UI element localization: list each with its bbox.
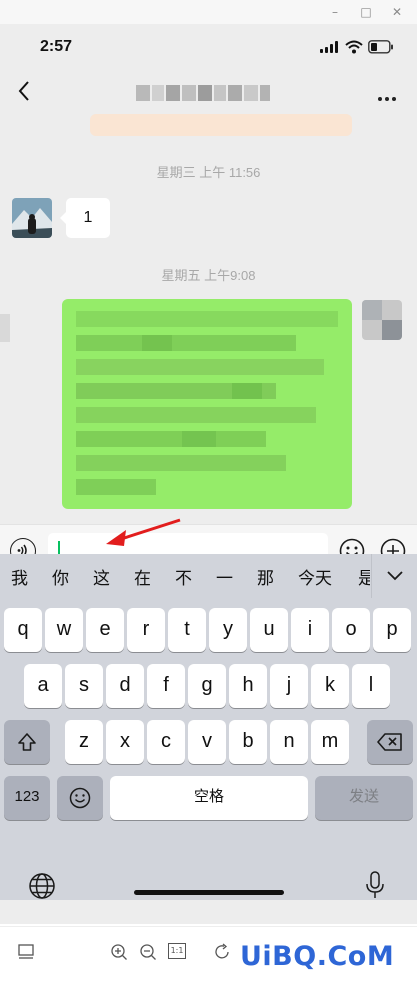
chevron-down-icon <box>387 571 403 581</box>
number-mode-key[interactable]: 123 <box>4 776 50 820</box>
thumbnail-icon[interactable] <box>17 943 35 961</box>
key-f[interactable]: f <box>147 664 185 708</box>
received-message-bubble[interactable]: 1 <box>60 198 110 238</box>
expand-candidates-button[interactable] <box>371 554 417 598</box>
key-u[interactable]: u <box>250 608 288 652</box>
key-p[interactable]: p <box>373 608 411 652</box>
zoom-out-icon[interactable] <box>139 943 157 961</box>
key-t[interactable]: t <box>168 608 206 652</box>
candidate-word[interactable]: 那 <box>257 564 274 589</box>
maximize-button[interactable]: □ <box>357 3 375 21</box>
key-i[interactable]: i <box>291 608 329 652</box>
key-w[interactable]: w <box>45 608 83 652</box>
emoji-icon <box>69 787 91 809</box>
home-indicator <box>134 890 284 895</box>
candidate-word[interactable]: 是 <box>358 564 370 589</box>
key-j[interactable]: j <box>270 664 308 708</box>
annotation-arrow-icon <box>106 518 181 546</box>
cellular-signal-icon <box>320 41 340 53</box>
key-l[interactable]: l <box>352 664 390 708</box>
sent-message-bubble[interactable] <box>62 299 352 509</box>
shift-key[interactable] <box>4 720 50 764</box>
my-avatar[interactable] <box>362 300 402 340</box>
candidate-word[interactable]: 今天 <box>298 564 332 589</box>
space-key[interactable]: 空格 <box>110 776 308 820</box>
emoji-key[interactable] <box>57 776 103 820</box>
key-o[interactable]: o <box>332 608 370 652</box>
chat-nav-bar <box>0 68 417 116</box>
chat-timestamp: 星期五 上午9:08 <box>161 268 256 283</box>
key-s[interactable]: s <box>65 664 103 708</box>
candidate-word[interactable]: 你 <box>52 564 69 589</box>
window-title-bar: – □ ✕ <box>0 0 417 24</box>
shift-icon <box>18 733 36 751</box>
globe-icon[interactable] <box>28 872 56 900</box>
key-g[interactable]: g <box>188 664 226 708</box>
candidate-bar: 我 你 这 在 不 一 那 今天 是 <box>0 554 417 598</box>
candidate-word[interactable]: 我 <box>11 564 28 589</box>
key-q[interactable]: q <box>4 608 42 652</box>
zoom-in-icon[interactable] <box>110 943 128 961</box>
back-arrow-icon[interactable] <box>14 78 36 104</box>
wifi-icon <box>345 40 363 54</box>
key-b[interactable]: b <box>229 720 267 764</box>
key-z[interactable]: z <box>65 720 103 764</box>
candidate-word[interactable]: 不 <box>175 564 192 589</box>
key-m[interactable]: m <box>311 720 349 764</box>
key-e[interactable]: e <box>86 608 124 652</box>
rotate-icon[interactable] <box>214 943 232 961</box>
image-viewer-toolbar: 1:1 UiBQ.CoM <box>0 926 417 989</box>
battery-icon <box>368 40 393 54</box>
candidate-word[interactable]: 这 <box>93 564 110 589</box>
chat-timestamp: 星期三 上午 11:56 <box>156 165 261 180</box>
actual-size-button[interactable]: 1:1 <box>168 943 186 959</box>
key-a[interactable]: a <box>24 664 62 708</box>
candidate-word[interactable]: 一 <box>216 564 233 589</box>
site-watermark: UiBQ.CoM <box>240 941 395 972</box>
close-button[interactable]: ✕ <box>388 3 406 21</box>
candidate-word[interactable]: 在 <box>134 564 151 589</box>
microphone-icon[interactable] <box>364 870 386 900</box>
key-x[interactable]: x <box>106 720 144 764</box>
more-options-icon[interactable] <box>378 86 399 105</box>
backspace-icon <box>377 733 402 751</box>
redacted-banner <box>90 114 352 136</box>
key-r[interactable]: r <box>127 608 165 652</box>
key-v[interactable]: v <box>188 720 226 764</box>
key-y[interactable]: y <box>209 608 247 652</box>
status-time: 2:57 <box>40 38 73 55</box>
minimize-button[interactable]: – <box>326 3 344 21</box>
redacted-edge <box>0 314 10 342</box>
chat-title-redacted <box>136 82 270 104</box>
send-key[interactable]: 发送 <box>315 776 413 820</box>
delete-key[interactable] <box>367 720 413 764</box>
key-h[interactable]: h <box>229 664 267 708</box>
key-k[interactable]: k <box>311 664 349 708</box>
key-d[interactable]: d <box>106 664 144 708</box>
contact-avatar[interactable] <box>12 198 52 238</box>
key-c[interactable]: c <box>147 720 185 764</box>
key-n[interactable]: n <box>270 720 308 764</box>
keyboard: 我 你 这 在 不 一 那 今天 是 q w e r t y u i o p a… <box>0 554 417 900</box>
